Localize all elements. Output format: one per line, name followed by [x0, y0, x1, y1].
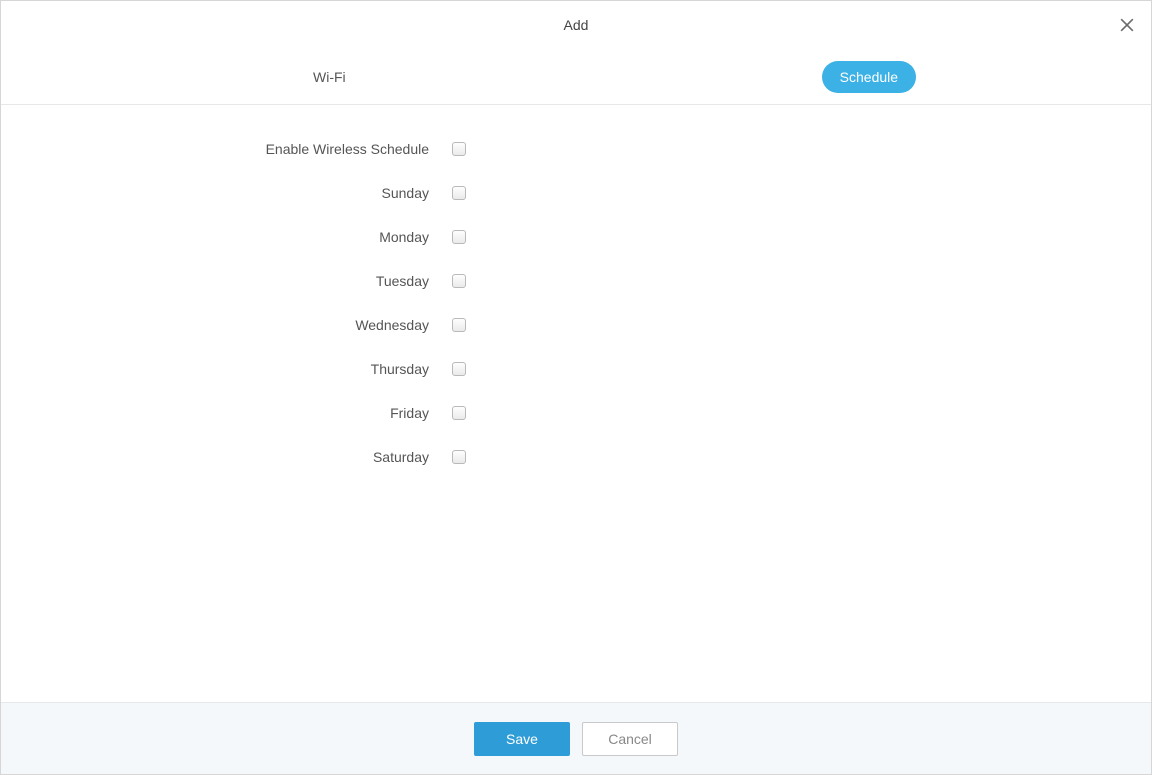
label-enable: Enable Wireless Schedule	[1, 141, 429, 157]
checkbox-friday[interactable]	[452, 406, 466, 420]
checkbox-saturday[interactable]	[452, 450, 466, 464]
dialog-footer: Save Cancel	[1, 702, 1151, 774]
label-tuesday: Tuesday	[1, 273, 429, 289]
tab-wifi[interactable]: Wi-Fi	[295, 49, 364, 104]
row-friday: Friday	[1, 391, 1151, 435]
tab-schedule[interactable]: Schedule	[822, 61, 916, 93]
row-sunday: Sunday	[1, 171, 1151, 215]
checkbox-enable[interactable]	[452, 142, 466, 156]
label-sunday: Sunday	[1, 185, 429, 201]
row-wednesday: Wednesday	[1, 303, 1151, 347]
add-dialog: Add Wi-Fi Schedule Enable Wireless Sched…	[0, 0, 1152, 775]
row-tuesday: Tuesday	[1, 259, 1151, 303]
cancel-button[interactable]: Cancel	[582, 722, 678, 756]
checkbox-wednesday[interactable]	[452, 318, 466, 332]
form-content: Enable Wireless Schedule Sunday Monday T…	[1, 105, 1151, 702]
dialog-title: Add	[564, 17, 589, 33]
row-enable: Enable Wireless Schedule	[1, 127, 1151, 171]
tab-bar: Wi-Fi Schedule	[1, 49, 1151, 105]
label-friday: Friday	[1, 405, 429, 421]
dialog-header: Add	[1, 1, 1151, 49]
checkbox-monday[interactable]	[452, 230, 466, 244]
row-saturday: Saturday	[1, 435, 1151, 479]
close-icon[interactable]	[1117, 15, 1137, 35]
checkbox-tuesday[interactable]	[452, 274, 466, 288]
tab-schedule-button[interactable]: Schedule	[822, 61, 916, 93]
label-wednesday: Wednesday	[1, 317, 429, 333]
checkbox-thursday[interactable]	[452, 362, 466, 376]
save-button[interactable]: Save	[474, 722, 570, 756]
row-monday: Monday	[1, 215, 1151, 259]
checkbox-sunday[interactable]	[452, 186, 466, 200]
label-saturday: Saturday	[1, 449, 429, 465]
label-monday: Monday	[1, 229, 429, 245]
label-thursday: Thursday	[1, 361, 429, 377]
row-thursday: Thursday	[1, 347, 1151, 391]
